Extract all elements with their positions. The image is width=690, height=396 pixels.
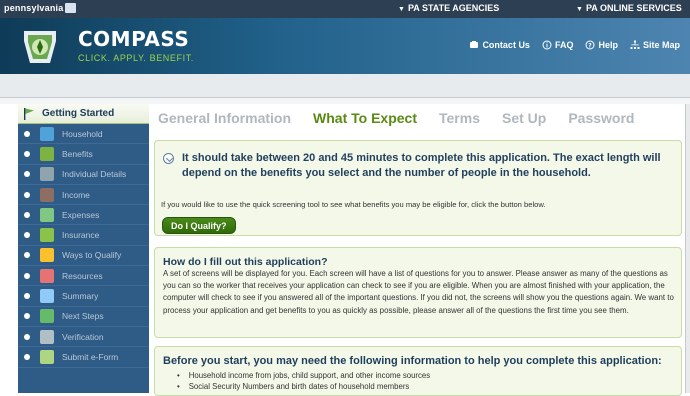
status-dot-icon — [24, 293, 30, 300]
pa-online-services-menu[interactable]: ▼ PA ONLINE SERVICES — [576, 3, 682, 13]
car-icon — [40, 207, 54, 222]
sitemap-icon — [630, 40, 640, 49]
step-tabs: General Information What To Expect Terms… — [158, 110, 656, 130]
app-title: COMPASS — [78, 27, 190, 51]
help-link[interactable]: ? Help — [585, 40, 618, 50]
sidebar-item-label: Individual Details — [62, 169, 127, 180]
sidebar-item-label: Submit e-Form — [62, 351, 119, 362]
sidebar-item-verification[interactable]: Verification — [18, 327, 149, 348]
sidebar-item-ways-to-qualify[interactable]: Ways to Qualify — [18, 246, 149, 267]
sidebar-item-label: Next Steps — [62, 311, 104, 322]
sidebar-item-label: Ways to Qualify — [62, 250, 122, 261]
intro-callout: It should take between 20 and 45 minutes… — [163, 151, 673, 181]
app-tagline: CLICK. APPLY. BENEFIT. — [78, 53, 194, 63]
shield-icon — [40, 228, 54, 243]
upload-icon — [40, 349, 54, 364]
sidebar-item-label: Benefits — [62, 148, 93, 159]
vertical-scrollbar[interactable] — [685, 104, 690, 393]
info-icon — [542, 40, 552, 50]
status-dot-icon — [24, 272, 30, 279]
status-dot-icon — [24, 130, 30, 137]
sidebar-item-benefits[interactable]: Benefits — [18, 144, 149, 165]
sidebar-item-label: Insurance — [62, 230, 100, 241]
arrow-icon — [40, 309, 54, 324]
status-dot-icon — [24, 232, 30, 239]
sidebar-item-submit-e-form[interactable]: Submit e-Form — [18, 347, 149, 368]
sidebar-item-label: Summary — [62, 291, 99, 302]
fill-out-heading: How do I fill out this application? — [163, 256, 328, 268]
chevron-down-icon — [163, 153, 174, 164]
phone-icon — [470, 41, 479, 48]
contact-us-link[interactable]: Contact Us — [469, 40, 530, 50]
tab-terms[interactable]: Terms — [439, 110, 480, 130]
toolbar-band — [0, 74, 690, 98]
sidebar-item-income[interactable]: Income — [18, 185, 149, 206]
tab-set-up[interactable]: Set Up — [502, 110, 546, 130]
sidebar-item-getting-started[interactable]: Getting Started — [18, 104, 149, 124]
page-icon — [40, 289, 54, 304]
status-dot-icon — [24, 333, 30, 340]
compass-logo-icon[interactable] — [20, 27, 60, 67]
status-dot-icon — [24, 313, 30, 320]
sidebar-item-resources[interactable]: Resources — [18, 266, 149, 287]
house-icon — [40, 126, 54, 141]
sidebar-item-label: Expenses — [62, 209, 100, 220]
svg-text:?: ? — [589, 43, 593, 50]
status-dot-icon — [24, 353, 30, 360]
list-item: Household income from jobs, child suppor… — [177, 370, 430, 381]
money-icon — [40, 187, 54, 202]
sidebar-heading: Getting Started — [42, 108, 115, 119]
sidebar-item-next-steps[interactable]: Next Steps — [18, 307, 149, 327]
before-you-start-heading: Before you start, you may need the follo… — [163, 355, 662, 367]
header-links: Contact Us FAQ ? Help Site Map — [469, 40, 680, 50]
sidebar-item-label: Resources — [62, 270, 103, 281]
id-card-icon — [40, 167, 54, 182]
faq-link[interactable]: FAQ — [542, 40, 573, 50]
pa-home-link[interactable]: pennsylvania — [4, 3, 77, 13]
site-header: COMPASS CLICK. APPLY. BENEFIT. Contact U… — [0, 18, 690, 74]
sidebar-item-household[interactable]: Household — [18, 124, 149, 145]
status-dot-icon — [24, 171, 30, 178]
sidebar-item-label: Household — [62, 128, 103, 139]
triangle-down-icon: ▼ — [576, 6, 583, 13]
do-i-qualify-button[interactable]: Do I Qualify? — [162, 217, 236, 234]
required-info-list: Household income from jobs, child suppor… — [177, 370, 430, 392]
sidebar-item-insurance[interactable]: Insurance — [18, 225, 149, 246]
tab-what-to-expect[interactable]: What To Expect — [313, 110, 417, 130]
list-item: Social Security Numbers and birth dates … — [177, 381, 430, 392]
status-dot-icon — [24, 150, 30, 157]
question-icon: ? — [585, 40, 595, 50]
tab-general-information[interactable]: General Information — [158, 110, 291, 130]
fill-out-body: A set of screens will be displayed for y… — [163, 269, 674, 315]
status-dot-icon — [24, 191, 30, 198]
status-dot-icon — [24, 252, 30, 259]
sidebar-nav: Getting Started Household Benefits Individ… — [18, 104, 149, 393]
clipboard-icon — [40, 248, 54, 263]
sidebar-item-individual-details[interactable]: Individual Details — [18, 165, 149, 185]
document-icon — [40, 146, 54, 161]
screening-tool-text: If you would like to use the quick scree… — [161, 200, 546, 209]
before-you-start-panel: Before you start, you may need the follo… — [154, 346, 682, 396]
what-to-expect-panel: It should take between 20 and 45 minutes… — [154, 140, 682, 236]
main-content: General Information What To Expect Terms… — [151, 104, 684, 396]
tab-password[interactable]: Password — [568, 110, 634, 130]
sidebar-item-summary[interactable]: Summary — [18, 286, 149, 307]
flag-icon — [24, 107, 34, 120]
sidebar-item-label: Income — [62, 189, 90, 200]
state-bar: pennsylvania ▼ PA STATE AGENCIES ▼ PA ONLI… — [0, 0, 690, 18]
triangle-down-icon: ▼ — [398, 6, 405, 13]
site-map-link[interactable]: Site Map — [630, 40, 680, 50]
check-card-icon — [40, 329, 54, 344]
car-red-icon — [40, 268, 54, 283]
sidebar-item-label: Verification — [62, 331, 104, 342]
fill-out-panel: How do I fill out this application? A se… — [154, 247, 682, 338]
sidebar-item-expenses[interactable]: Expenses — [18, 205, 149, 226]
pa-state-agencies-menu[interactable]: ▼ PA STATE AGENCIES — [398, 3, 499, 13]
intro-text: It should take between 20 and 45 minutes… — [182, 152, 661, 179]
pa-keystone-icon — [65, 3, 77, 13]
status-dot-icon — [24, 211, 30, 218]
